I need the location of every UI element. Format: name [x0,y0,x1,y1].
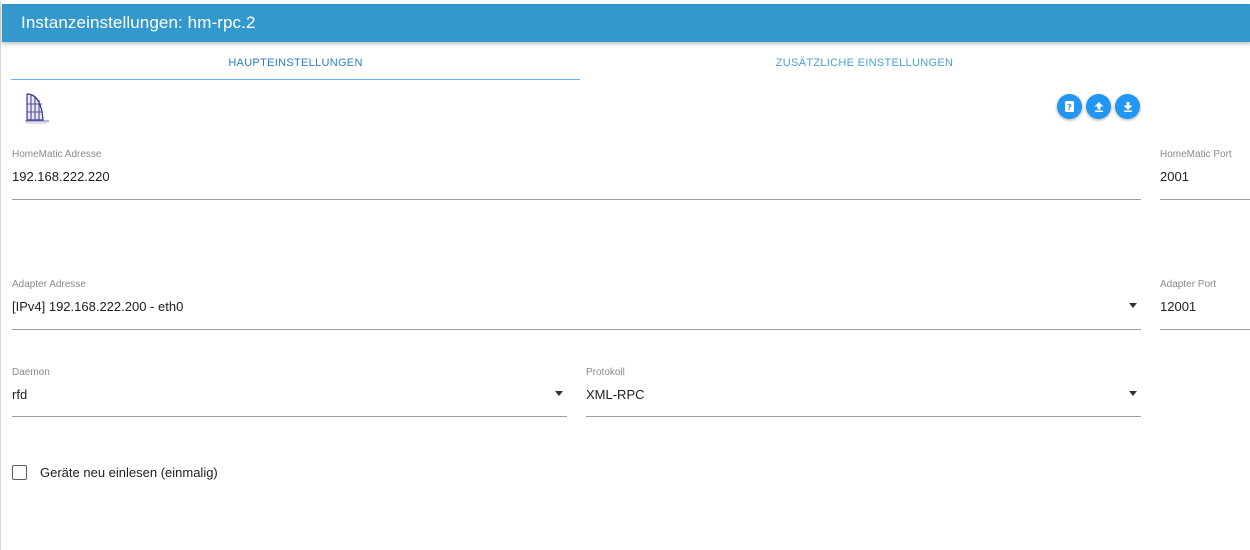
upload-icon [1094,101,1103,112]
adapter-logo-icon [23,90,51,126]
tab-additional-settings[interactable]: ZUSÄTZLICHE EINSTELLUNGEN [580,46,1149,80]
help-button[interactable]: ? [1057,94,1082,119]
homematic-port-field[interactable]: HomeMatic Port 2001 [1160,149,1250,200]
daemon-select[interactable]: Daemon rfd [12,367,567,417]
adapter-port-label: Adapter Port [1160,279,1217,290]
adapter-address-dropdown-icon[interactable] [1129,303,1137,308]
protocol-select[interactable]: Protokoll XML-RPC [586,367,1141,417]
homematic-address-label: HomeMatic Adresse [12,149,102,160]
upload-button[interactable] [1086,94,1111,119]
adapter-port-field[interactable]: Adapter Port 12001 [1160,279,1250,330]
dialog-header: Instanzeinstellungen: hm-rpc.2 [2,4,1250,42]
homematic-address-underline [12,199,1141,200]
tab-main-settings[interactable]: HAUPTEINSTELLUNGEN [11,46,580,80]
daemon-dropdown-icon[interactable] [555,391,563,396]
protocol-label: Protokoll [586,367,625,378]
download-icon [1123,101,1132,112]
adapter-address-underline [12,329,1141,330]
adapter-port-underline [1160,329,1250,330]
tab-bar: HAUPTEINSTELLUNGEN ZUSÄTZLICHE EINSTELLU… [11,46,1151,80]
svg-text:?: ? [1067,103,1072,112]
protocol-dropdown-icon[interactable] [1129,391,1137,396]
reload-devices-checkbox[interactable] [12,465,27,480]
reload-devices-label: Geräte neu einlesen (einmalig) [40,465,218,480]
adapter-address-select[interactable]: Adapter Adresse [IPv4] 192.168.222.200 -… [12,279,1141,330]
toolbar: ? [1057,94,1140,119]
help-icon: ? [1065,101,1074,112]
settings-dialog: Instanzeinstellungen: hm-rpc.2 HAUPTEINS… [0,0,1250,550]
dialog-title: Instanzeinstellungen: hm-rpc.2 [21,13,256,32]
homematic-address-field[interactable]: HomeMatic Adresse 192.168.222.220 [12,149,1141,200]
adapter-address-value: [IPv4] 192.168.222.200 - eth0 [12,299,184,314]
homematic-address-input[interactable]: 192.168.222.220 [12,169,110,184]
reload-devices-option[interactable]: Geräte neu einlesen (einmalig) [12,465,218,480]
adapter-address-label: Adapter Adresse [12,279,86,290]
daemon-underline [12,416,567,417]
homematic-port-label: HomeMatic Port [1160,149,1232,160]
download-button[interactable] [1115,94,1140,119]
protocol-underline [586,416,1141,417]
homematic-port-input[interactable]: 2001 [1160,169,1189,184]
protocol-value: XML-RPC [586,387,645,402]
adapter-port-input[interactable]: 12001 [1160,299,1196,314]
daemon-value: rfd [12,387,28,402]
homematic-port-underline [1160,199,1250,200]
daemon-label: Daemon [12,367,50,378]
